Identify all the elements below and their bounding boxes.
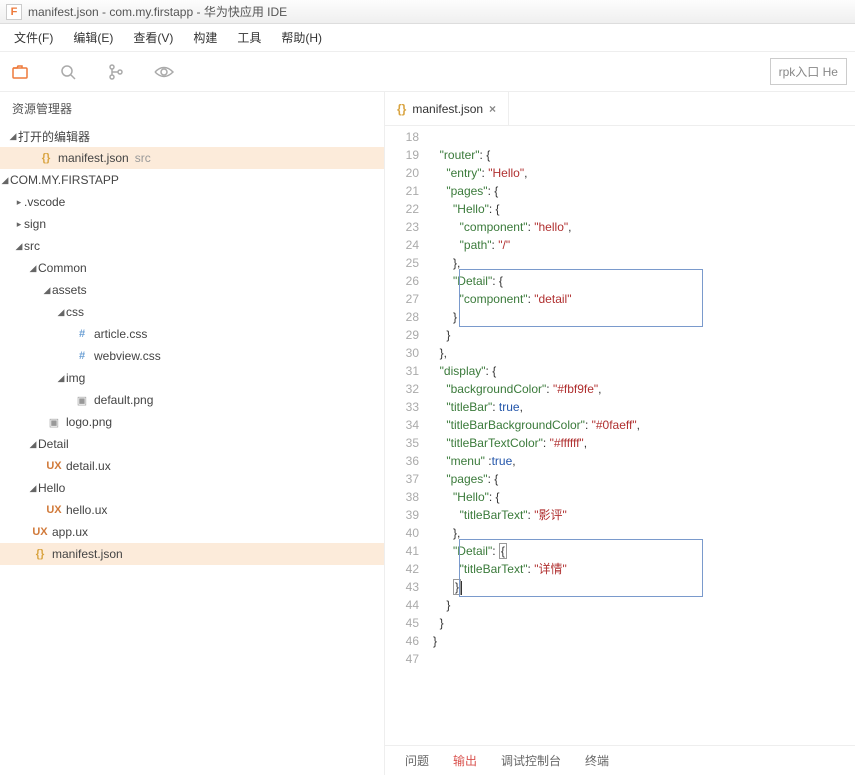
file-article-css[interactable]: #article.css	[0, 323, 384, 345]
file-default-png[interactable]: ▣default.png	[0, 389, 384, 411]
explorer-tool-icon[interactable]	[8, 60, 32, 84]
explorer-panel: 资源管理器 ◢打开的编辑器 {}manifest.jsonsrc ◢COM.MY…	[0, 92, 385, 775]
panel-problems[interactable]: 问题	[405, 752, 429, 769]
panel-debug[interactable]: 调试控制台	[501, 752, 561, 769]
toolbar: rpk入口 He	[0, 52, 855, 92]
panel-tabs: 问题 输出 调试控制台 终端	[385, 745, 855, 775]
css-icon: #	[74, 326, 90, 342]
git-tool-icon[interactable]	[104, 60, 128, 84]
project-root[interactable]: ◢COM.MY.FIRSTAPP	[0, 169, 384, 191]
folder-css[interactable]: ◢css	[0, 301, 384, 323]
file-hello-ux[interactable]: UXhello.ux	[0, 499, 384, 521]
code-editor[interactable]: 1819202122232425262728293031323334353637…	[385, 126, 855, 745]
menubar: 文件(F) 编辑(E) 查看(V) 构建 工具 帮助(H)	[0, 24, 855, 52]
folder-common[interactable]: ◢Common	[0, 257, 384, 279]
file-webview-css[interactable]: #webview.css	[0, 345, 384, 367]
css-icon: #	[74, 348, 90, 364]
open-editor-manifest[interactable]: {}manifest.jsonsrc	[0, 147, 384, 169]
folder-assets[interactable]: ◢assets	[0, 279, 384, 301]
menu-build[interactable]: 构建	[185, 25, 225, 50]
json-icon: {}	[38, 150, 54, 166]
file-app-ux[interactable]: UXapp.ux	[0, 521, 384, 543]
folder-vscode[interactable]: ▸.vscode	[0, 191, 384, 213]
folder-src[interactable]: ◢src	[0, 235, 384, 257]
ux-icon: UX	[46, 502, 62, 518]
menu-help[interactable]: 帮助(H)	[273, 25, 330, 50]
file-manifest-json[interactable]: {}manifest.json	[0, 543, 384, 565]
file-logo-png[interactable]: ▣logo.png	[0, 411, 384, 433]
menu-tools[interactable]: 工具	[229, 25, 269, 50]
folder-hello[interactable]: ◢Hello	[0, 477, 384, 499]
close-tab-icon[interactable]: ×	[489, 102, 496, 116]
ux-icon: UX	[32, 524, 48, 540]
image-icon: ▣	[46, 414, 62, 430]
code-content[interactable]: "router": { "entry": "Hello", "pages": {…	[433, 126, 855, 745]
panel-terminal[interactable]: 终端	[585, 752, 609, 769]
menu-file[interactable]: 文件(F)	[6, 25, 61, 50]
tab-label: manifest.json	[412, 102, 483, 116]
folder-detail[interactable]: ◢Detail	[0, 433, 384, 455]
folder-img[interactable]: ◢img	[0, 367, 384, 389]
json-icon: {}	[32, 546, 48, 562]
file-detail-ux[interactable]: UXdetail.ux	[0, 455, 384, 477]
app-logo-icon: F	[6, 4, 22, 20]
open-editors-section[interactable]: ◢打开的编辑器	[0, 125, 384, 147]
ux-icon: UX	[46, 458, 62, 474]
folder-sign[interactable]: ▸sign	[0, 213, 384, 235]
panel-output[interactable]: 输出	[453, 752, 477, 769]
editor-tabs: {} manifest.json ×	[385, 92, 855, 126]
menu-edit[interactable]: 编辑(E)	[65, 25, 121, 50]
image-icon: ▣	[74, 392, 90, 408]
search-tool-icon[interactable]	[56, 60, 80, 84]
rpk-entry-field[interactable]: rpk入口 He	[770, 58, 847, 85]
preview-tool-icon[interactable]	[152, 60, 176, 84]
window-title: manifest.json - com.my.firstapp - 华为快应用 …	[28, 3, 287, 20]
menu-view[interactable]: 查看(V)	[125, 25, 181, 50]
window-titlebar: F manifest.json - com.my.firstapp - 华为快应…	[0, 0, 855, 24]
editor-area: {} manifest.json × 181920212223242526272…	[385, 92, 855, 775]
json-icon: {}	[397, 102, 406, 116]
line-gutter: 1819202122232425262728293031323334353637…	[385, 126, 433, 745]
tab-manifest[interactable]: {} manifest.json ×	[385, 92, 509, 125]
explorer-title: 资源管理器	[0, 92, 384, 125]
